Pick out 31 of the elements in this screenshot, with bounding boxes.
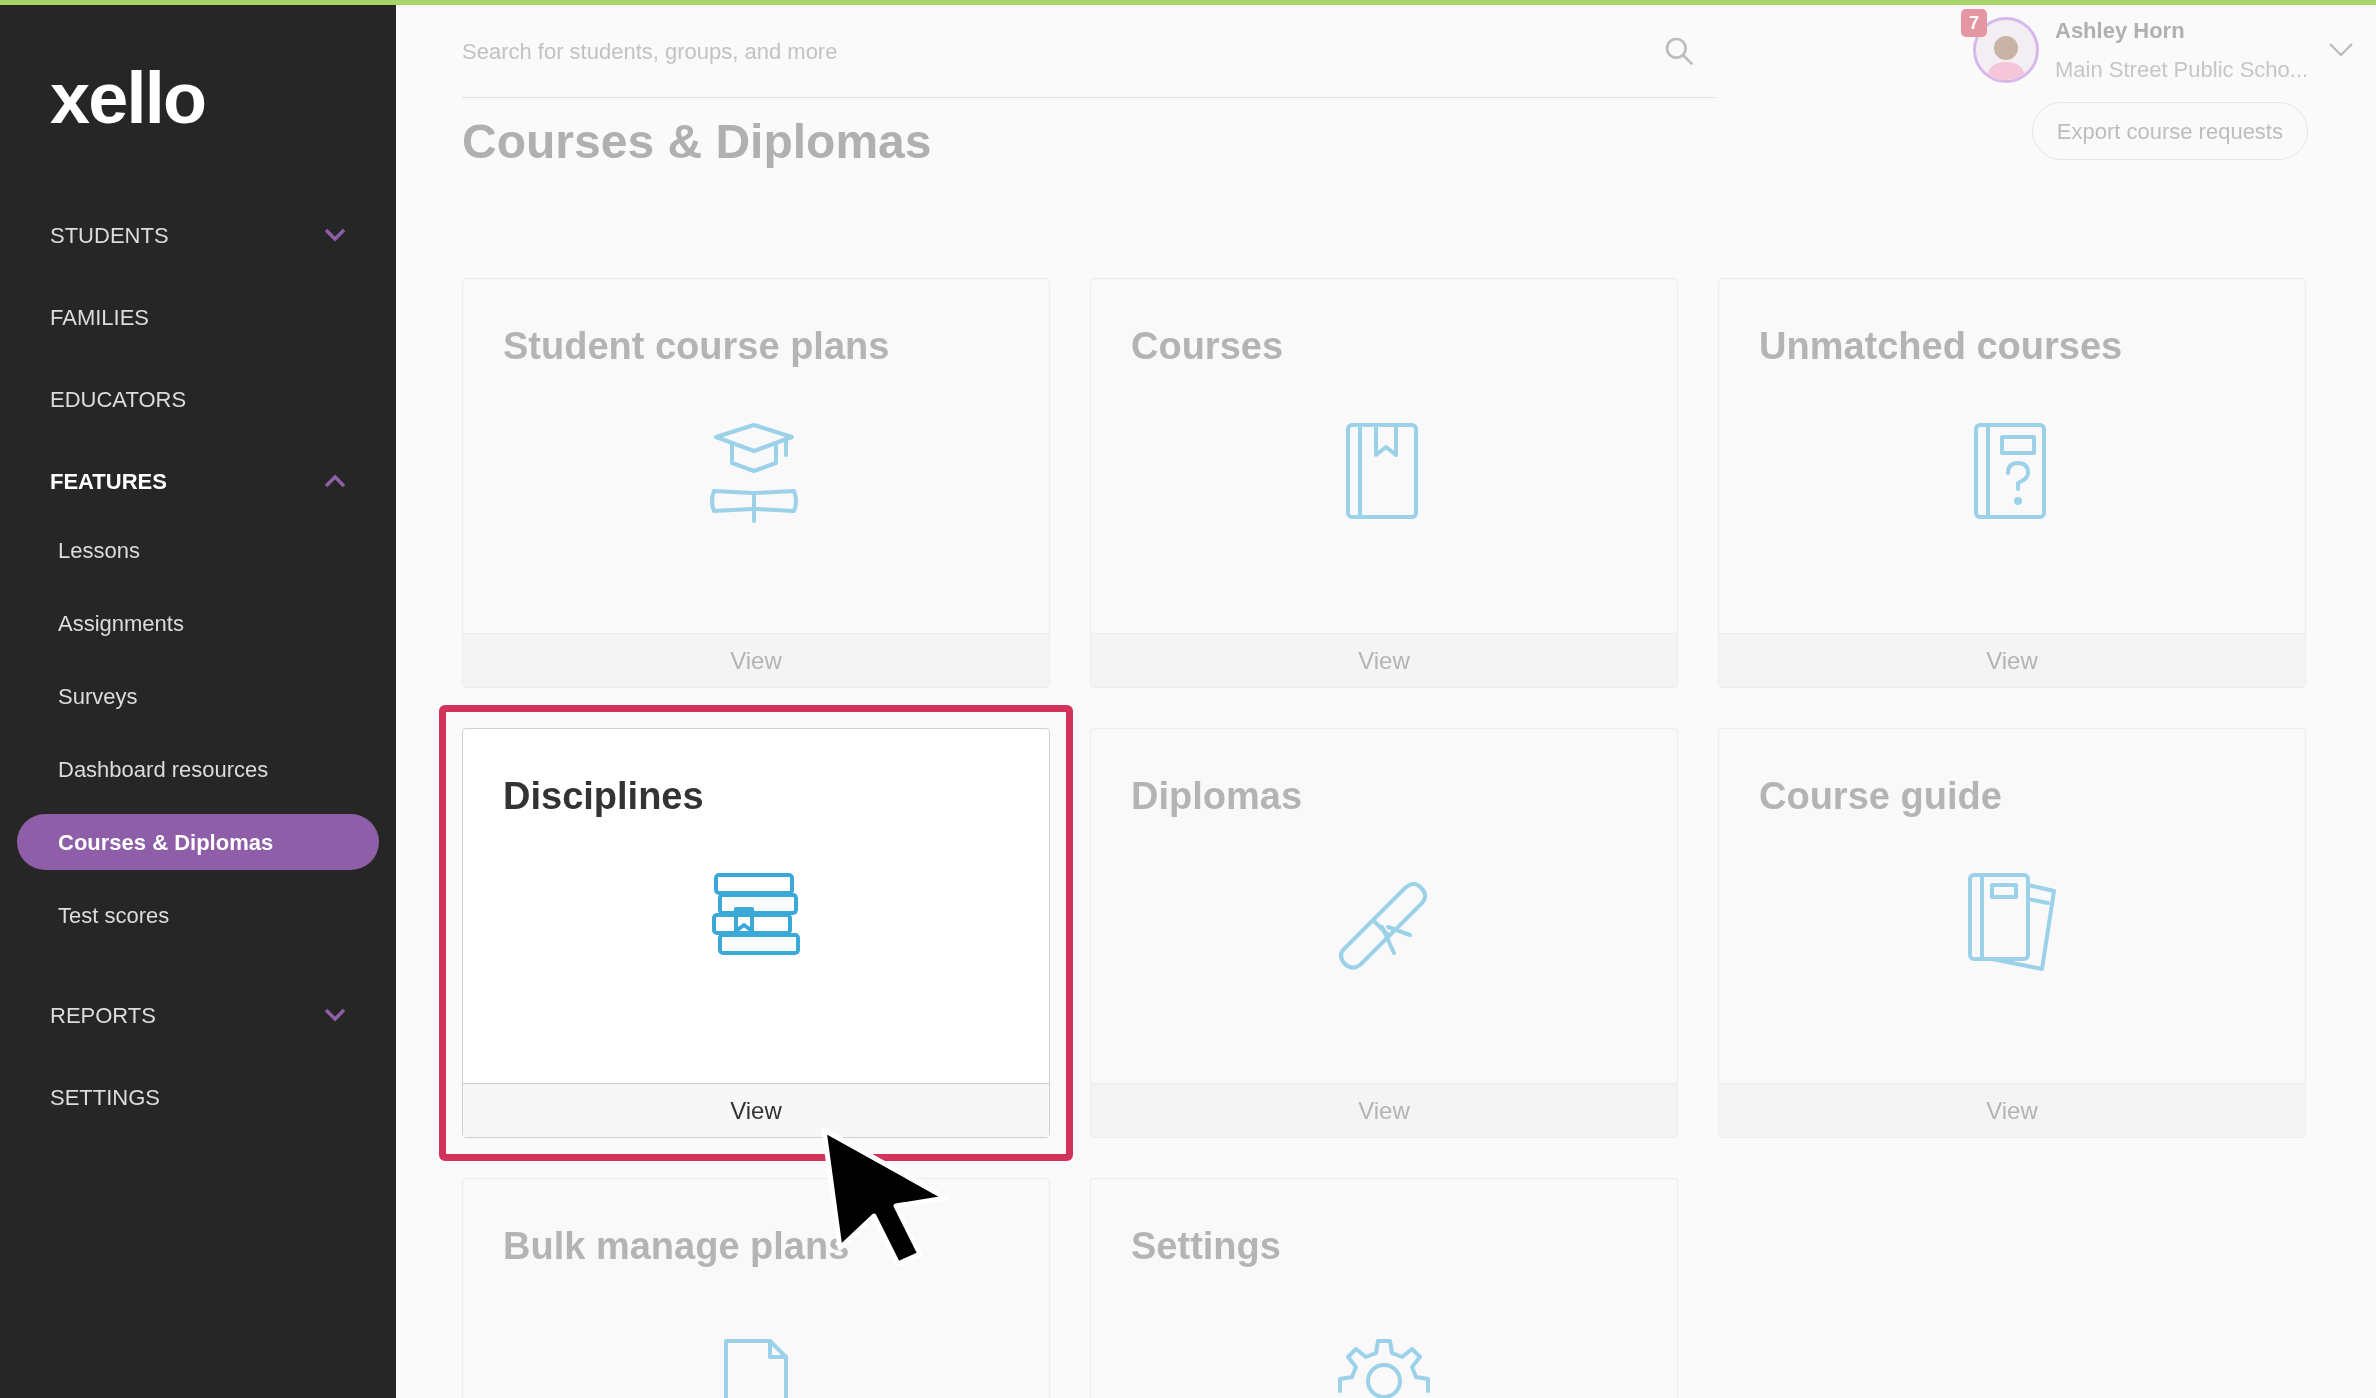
page-title: Courses & Diplomas	[462, 114, 933, 170]
search-field[interactable]: Search for students, groups, and more	[462, 34, 1362, 68]
card-title: Student course plans	[503, 327, 891, 365]
nav-item[interactable]: Test scores	[17, 887, 379, 943]
card-title: Disciplines	[503, 777, 705, 815]
nav-item[interactable]: Courses & Diplomas	[17, 814, 379, 870]
card-title: Diplomas	[1131, 777, 1304, 815]
nav-section[interactable]: SETTINGS	[50, 1056, 346, 1138]
chevron-down-icon[interactable]	[2328, 42, 2354, 58]
nav-section[interactable]: REPORTS	[50, 974, 346, 1056]
view-button[interactable]: View	[463, 1083, 1049, 1137]
notification-badge: 7	[1961, 9, 1987, 37]
nav-item[interactable]: Lessons	[17, 522, 379, 578]
chevron-up-icon	[324, 474, 346, 488]
xello-logo: xello	[50, 62, 207, 134]
nav-section[interactable]: STUDENTS	[50, 194, 346, 276]
chevron-down-icon	[324, 228, 346, 242]
nav-section[interactable]: FAMILIES	[50, 276, 346, 358]
nav-item[interactable]: Dashboard resources	[17, 741, 379, 797]
nav-section[interactable]: EDUCATORS	[50, 358, 346, 440]
card-title: Courses	[1131, 327, 1285, 365]
card-title: Settings	[1131, 1227, 1282, 1265]
card-title: Unmatched courses	[1759, 327, 2124, 365]
card-title: Bulk manage plans	[503, 1227, 851, 1265]
card-title: Course guide	[1759, 777, 2003, 815]
search-icon	[1663, 35, 1695, 67]
nav-section[interactable]: FEATURES	[50, 440, 346, 522]
chevron-down-icon	[324, 1008, 346, 1022]
nav-item[interactable]: Surveys	[17, 668, 379, 724]
user-name: Ashley Horn	[2055, 17, 2186, 45]
nav-item[interactable]: Assignments	[17, 595, 379, 651]
